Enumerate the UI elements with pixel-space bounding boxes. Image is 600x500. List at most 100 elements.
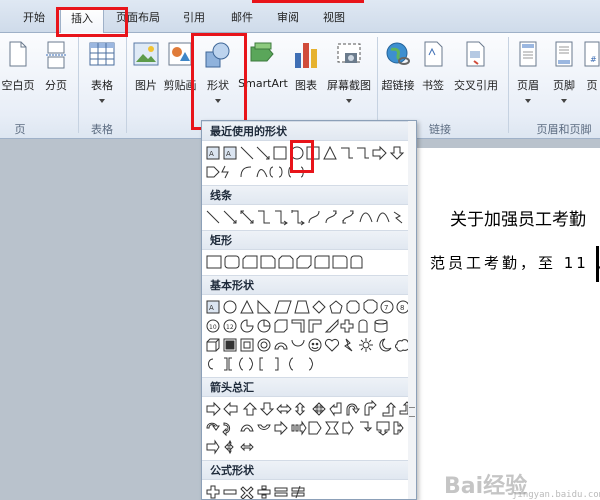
bookmark-label: 书签 <box>422 79 444 92</box>
tab-home[interactable]: 开始 <box>14 7 54 29</box>
shapes-icon <box>204 41 232 72</box>
smartart-icon <box>249 41 277 70</box>
blank-page-button[interactable]: 空白页 <box>0 37 36 123</box>
svg-text:A: A <box>209 150 214 158</box>
page-number-label: 页 <box>586 79 598 92</box>
table-label: 表格 <box>91 79 113 92</box>
bookmark-button[interactable]: 书签 <box>418 37 448 123</box>
block-arrows-row-1[interactable] <box>205 400 413 418</box>
page-number-button[interactable]: # 页 <box>584 37 600 123</box>
hyperlink-button[interactable]: 超链接 <box>380 37 416 123</box>
group-separator <box>377 37 378 133</box>
chevron-down-icon <box>561 99 567 103</box>
section-basic-shapes: 基本形状 <box>202 275 416 295</box>
chevron-down-icon <box>525 99 531 103</box>
svg-text:#: # <box>590 55 597 64</box>
smartart-button[interactable]: SmartArt <box>238 37 288 123</box>
clipart-label: 剪贴画 <box>163 79 197 92</box>
lines-row[interactable] <box>205 208 413 226</box>
shapes-gallery: 最近使用的形状 A A 线条 矩形 基本形状 A 7 8 10 12 箭头总汇 … <box>201 120 417 500</box>
header-label: 页眉 <box>517 79 539 92</box>
picture-label: 图片 <box>135 79 157 92</box>
scrollbar-grip[interactable] <box>409 407 415 417</box>
picture-button[interactable]: 图片 <box>130 37 162 123</box>
equation-shapes-row[interactable] <box>205 483 315 499</box>
page-break-icon <box>45 41 67 72</box>
chevron-down-icon <box>346 99 352 103</box>
blank-page-label: 空白页 <box>1 79 35 92</box>
clipart-icon <box>167 41 193 70</box>
table-button[interactable]: 表格 <box>84 37 120 123</box>
document-body-text: 范员工考勤，至 11 , <box>430 254 600 272</box>
basic-shapes-row-1[interactable]: A 7 8 <box>205 298 413 316</box>
basic-shapes-row-3[interactable] <box>205 336 413 354</box>
tab-view[interactable]: 视图 <box>314 7 354 29</box>
group-separator <box>126 37 127 133</box>
section-block-arrows: 箭头总汇 <box>202 377 416 397</box>
group-label-pages: 页 <box>14 123 26 136</box>
smartart-label: SmartArt <box>238 77 288 90</box>
picture-icon <box>133 41 159 70</box>
recent-shapes-row[interactable]: A A <box>205 144 413 162</box>
block-arrows-row-2[interactable] <box>205 419 413 437</box>
svg-text:A: A <box>226 150 231 158</box>
chevron-down-icon <box>215 99 221 103</box>
svg-text:A: A <box>209 304 214 312</box>
section-rectangles: 矩形 <box>202 230 416 250</box>
section-equation-shapes: 公式形状 <box>202 460 416 480</box>
block-arrows-row-3[interactable] <box>205 438 265 456</box>
screenshot-label: 屏幕截图 <box>327 79 371 92</box>
chart-button[interactable]: 图表 <box>290 37 322 123</box>
cross-reference-label: 交叉引用 <box>454 79 498 92</box>
rectangles-row[interactable] <box>205 253 365 271</box>
group-separator <box>508 37 509 133</box>
blank-page-icon <box>8 41 28 70</box>
group-label-tables: 表格 <box>91 123 113 136</box>
page-break-label: 分页 <box>45 79 67 92</box>
tab-review[interactable]: 审阅 <box>268 7 308 29</box>
tab-insert[interactable]: 插入 <box>60 7 104 33</box>
group-label-links: 链接 <box>429 123 451 136</box>
document-page[interactable] <box>414 148 600 500</box>
section-lines: 线条 <box>202 185 416 205</box>
footer-icon <box>554 41 574 70</box>
group-separator <box>78 37 79 133</box>
globe-link-icon <box>385 41 411 70</box>
ribbon-tab-bar: 开始 插入 页面布局 引用 邮件 审阅 视图 <box>0 0 600 33</box>
footer-label: 页脚 <box>553 79 575 92</box>
shapes-label: 形状 <box>207 79 229 92</box>
section-recent-shapes: 最近使用的形状 <box>202 121 416 141</box>
svg-text:10: 10 <box>209 324 217 331</box>
text-cursor <box>596 246 599 282</box>
svg-text:8: 8 <box>400 304 404 312</box>
header-icon <box>518 41 538 70</box>
page-break-button[interactable]: 分页 <box>40 37 72 123</box>
bar-chart-icon <box>293 41 319 72</box>
page-number-icon: # <box>584 41 600 70</box>
basic-shapes-row-4[interactable] <box>205 355 335 373</box>
bookmark-icon <box>422 41 444 70</box>
tab-mailings[interactable]: 邮件 <box>222 7 262 29</box>
screenshot-icon <box>335 41 363 70</box>
screenshot-button[interactable]: 屏幕截图 <box>324 37 374 123</box>
basic-shapes-row-2[interactable]: 10 12 <box>205 317 413 335</box>
tab-page-layout[interactable]: 页面布局 <box>110 7 166 29</box>
footer-button[interactable]: 页脚 <box>548 37 580 123</box>
recent-shapes-row-2[interactable] <box>205 163 315 181</box>
chart-label: 图表 <box>295 79 317 92</box>
cross-reference-icon <box>464 41 488 70</box>
watermark-url: jingyan.baidu.com <box>512 490 600 500</box>
svg-text:12: 12 <box>226 324 234 331</box>
header-button[interactable]: 页眉 <box>512 37 544 123</box>
cross-reference-button[interactable]: 交叉引用 <box>448 37 504 123</box>
shapes-button[interactable]: 形状 <box>200 37 236 123</box>
group-label-header-footer: 页眉和页脚 <box>536 123 592 136</box>
hyperlink-label: 超链接 <box>381 79 415 92</box>
clipart-button[interactable]: 剪贴画 <box>162 37 198 123</box>
tab-references[interactable]: 引用 <box>174 7 214 29</box>
document-title: 关于加强员工考勤 <box>450 210 586 230</box>
gallery-scrollbar[interactable] <box>408 121 416 499</box>
svg-text:7: 7 <box>384 304 388 312</box>
chevron-down-icon <box>99 99 105 103</box>
table-icon <box>89 41 115 70</box>
